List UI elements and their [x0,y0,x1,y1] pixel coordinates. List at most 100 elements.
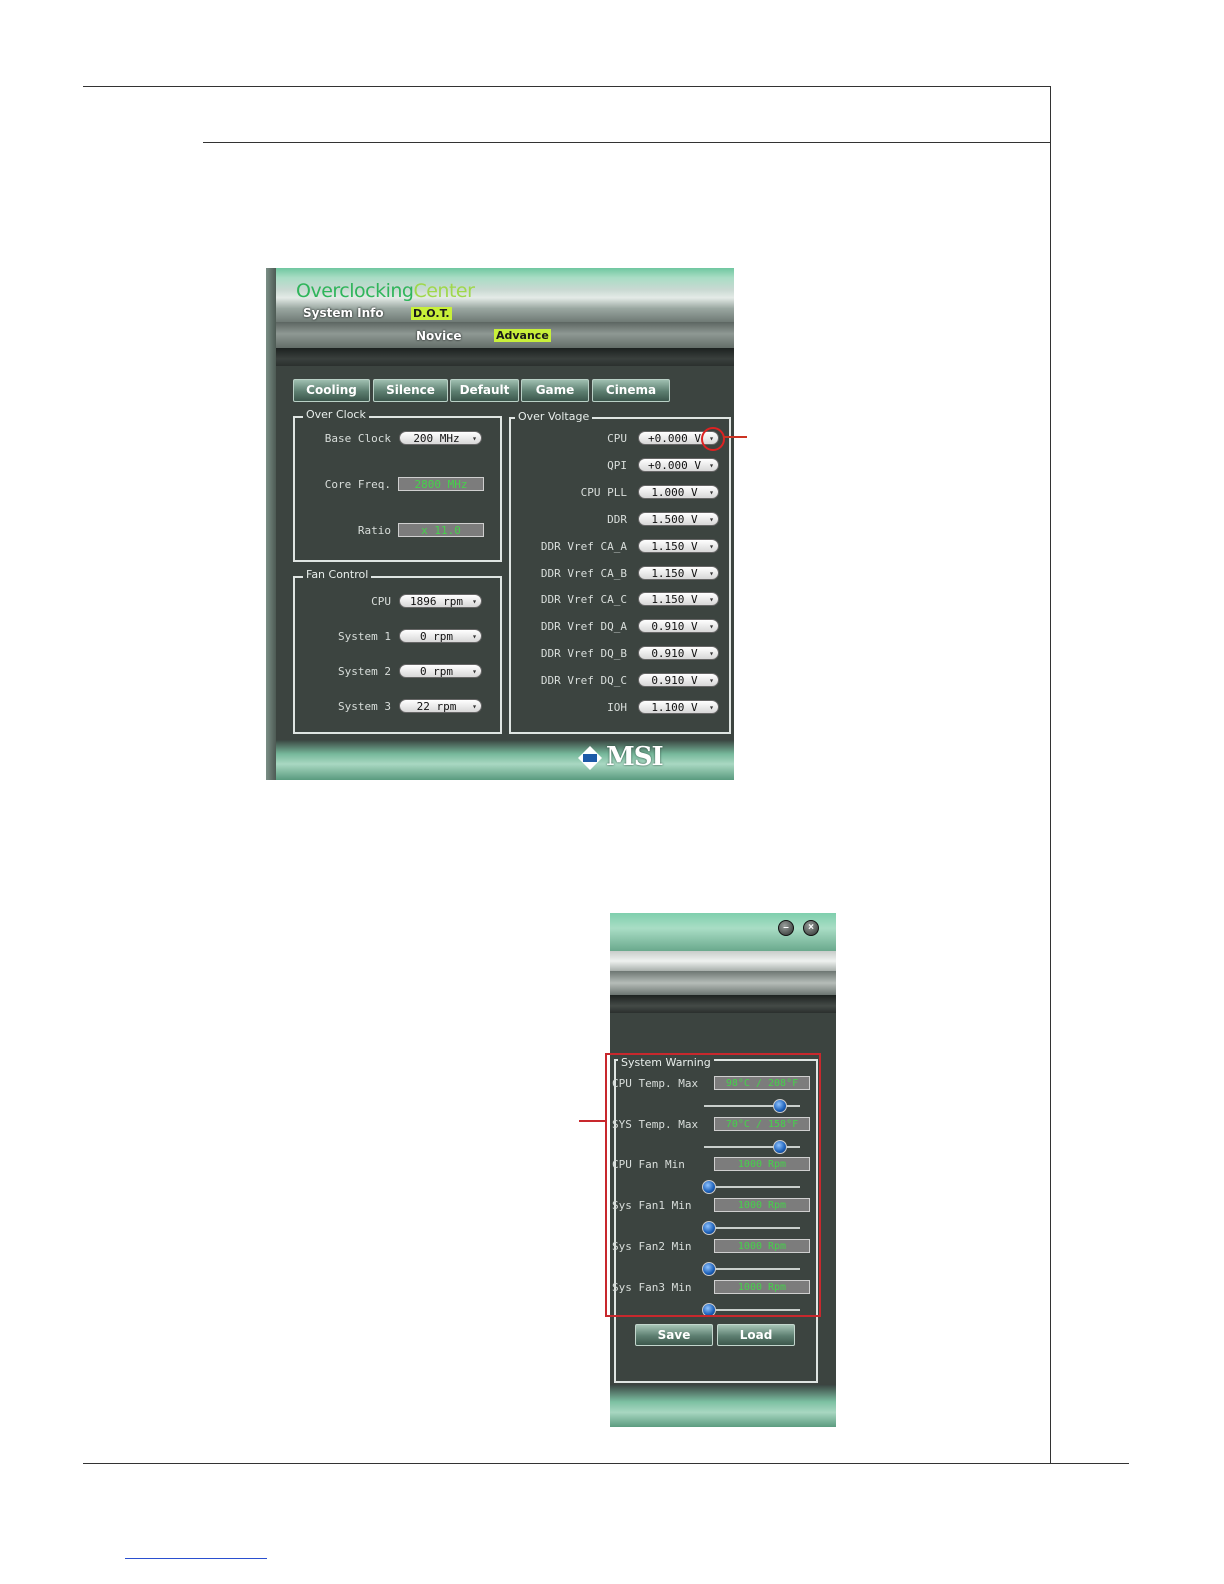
fan-system3-select[interactable]: 22 rpm ▾ [399,699,482,713]
chevron-down-icon: ▾ [709,514,714,524]
chevron-down-icon: ▾ [709,595,714,605]
fan-system2-value: 0 rpm [419,665,454,678]
voltage-label: DDR Vref CA_C [540,593,627,607]
voltage-select[interactable]: 1.150 V ▾ [638,565,719,580]
voltage-value: 1.100 V [651,701,698,714]
base-clock-value: 200 MHz [413,432,460,445]
voltage-label: DDR Vref CA_A [540,539,627,553]
ratio-readout: x 11.0 [398,523,484,537]
header-rule-second [203,142,1050,143]
chevron-down-icon: ▾ [709,460,714,470]
preset-silence-button[interactable]: Silence [373,379,448,402]
voltage-select[interactable]: 0.910 V ▾ [638,646,719,661]
app-title-part1: Overclocking [296,280,414,302]
voltage-value: +0.000 V [648,458,701,472]
voltage-label: CPU [607,432,627,445]
over-clock-title: Over Clock [303,408,369,421]
voltage-select[interactable]: 1.100 V ▾ [638,700,719,714]
save-button[interactable]: Save [635,1324,713,1346]
fan-system2-label: System 2 [338,665,391,678]
fan-control-title: Fan Control [303,568,372,581]
dark-band [276,348,734,366]
tab-system-info[interactable]: System Info [303,306,384,320]
sw-footer [610,1385,836,1427]
callout-line-cpu-voltage [723,436,747,438]
preset-game-button[interactable]: Game [521,379,589,402]
fan-system3-value: 22 rpm [416,700,457,713]
fan-system1-select[interactable]: 0 rpm ▾ [399,629,482,643]
voltage-value: 0.910 V [651,647,698,661]
chevron-down-icon: ▾ [472,632,477,641]
preset-cooling-button[interactable]: Cooling [293,379,370,402]
base-clock-select[interactable]: 200 MHz ▾ [399,431,482,445]
voltage-select[interactable]: 1.000 V ▾ [638,484,719,499]
mode-advance[interactable]: Advance [494,329,551,342]
close-button[interactable]: × [803,920,819,936]
tab-dot[interactable]: D.O.T. [411,307,452,320]
sw-band-light [610,951,836,971]
header-rule-top [83,86,1050,87]
app-title-part2: Center [413,280,475,302]
fan-system1-value: 0 rpm [419,630,454,643]
voltage-value: 1.500 V [651,512,698,526]
fan-cpu-value: 1896 rpm [410,595,463,608]
chevron-down-icon: ▾ [709,676,714,686]
chevron-down-icon: ▾ [472,702,477,711]
voltage-label: DDR Vref DQ_B [540,647,627,661]
voltage-value: 0.910 V [651,674,698,688]
window-footer [276,740,734,780]
voltage-select[interactable]: 1.500 V ▾ [638,511,719,526]
chevron-down-icon: ▾ [709,622,714,632]
window-left-edge [266,268,276,780]
voltage-value: 0.910 V [651,620,698,634]
voltage-value: 1.150 V [651,539,698,553]
voltage-value: 1.000 V [651,485,698,499]
fan-cpu-select[interactable]: 1896 rpm ▾ [399,594,482,608]
voltage-label: DDR Vref DQ_A [540,620,627,634]
voltage-label: QPI [607,458,627,472]
msi-logo-icon [578,746,602,770]
minimize-button[interactable]: – [778,920,794,936]
preset-cinema-button[interactable]: Cinema [592,379,670,402]
voltage-label: DDR [607,512,627,526]
fan-system1-label: System 1 [338,630,391,643]
callout-circle-cpu-voltage [701,427,725,451]
sw-band-mid [610,971,836,995]
system-warning-highlight-box [605,1053,821,1317]
over-voltage-title: Over Voltage [515,410,593,423]
voltage-label: DDR Vref CA_B [540,566,627,580]
voltage-value: 1.150 V [651,566,698,580]
voltage-select[interactable]: 1.150 V ▾ [638,592,719,607]
fan-system3-label: System 3 [338,700,391,713]
fan-cpu-label: CPU [371,595,391,608]
chevron-down-icon: ▾ [472,434,477,443]
voltage-select[interactable]: +0.000 V ▾ [638,457,719,472]
chevron-down-icon: ▾ [472,667,477,676]
sw-band-dark [610,995,836,1013]
chevron-down-icon: ▾ [709,541,714,551]
mode-novice[interactable]: Novice [416,329,461,343]
ratio-label: Ratio [357,524,391,537]
core-freq-label: Core Freq. [324,478,391,491]
sw-title-bar [610,913,836,951]
voltage-label: DDR Vref DQ_C [540,674,627,688]
load-button[interactable]: Load [717,1324,795,1346]
chevron-down-icon: ▾ [709,487,714,497]
right-margin-rule [1050,86,1051,1464]
chevron-down-icon: ▾ [709,568,714,578]
chevron-down-icon: ▾ [472,597,477,606]
voltage-label: CPU PLL [580,485,627,499]
callout-line-system-warning [579,1120,606,1122]
footer-link-underline [125,1558,267,1559]
voltage-select[interactable]: 0.910 V ▾ [638,673,719,688]
core-freq-readout: 2800 MHz [398,477,484,491]
voltage-value: 1.150 V [651,593,698,607]
base-clock-label: Base Clock [324,432,391,445]
voltage-select[interactable]: 1.150 V ▾ [638,538,719,553]
fan-system2-select[interactable]: 0 rpm ▾ [399,664,482,678]
voltage-label: IOH [607,701,627,714]
preset-default-button[interactable]: Default [450,379,519,402]
voltage-select[interactable]: 0.910 V ▾ [638,619,719,634]
app-title: OverclockingCenter [296,280,475,302]
overclocking-center-window: OverclockingCenter System Info D.O.T. No… [266,268,734,780]
